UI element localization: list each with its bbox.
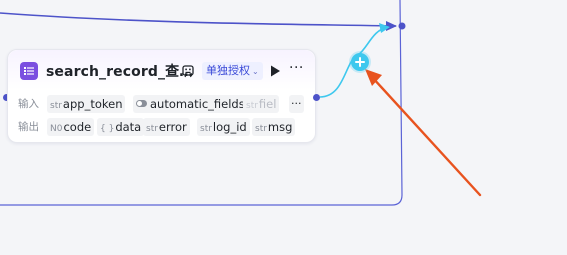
input-param-automatic-fields: automatic_fields xyxy=(133,95,248,113)
node-more-menu-icon[interactable]: ··· xyxy=(289,60,304,76)
output-param-error: strerror xyxy=(143,118,190,136)
inputs-row: 输入 strapp_token automatic_fields strfiel… xyxy=(18,95,308,113)
param-name: msg xyxy=(267,120,293,134)
param-name: log_id xyxy=(212,120,247,134)
input-param-fields-truncated: strfiel xyxy=(243,95,280,113)
param-type-tag: str xyxy=(200,124,212,134)
plugin-node-card[interactable]: search_record_查… 单独授权 ⌄ ··· 输入 strapp_tok… xyxy=(7,49,316,143)
param-name: code xyxy=(63,120,92,134)
param-type-tag: str xyxy=(255,124,267,134)
play-icon[interactable] xyxy=(268,63,284,79)
debug-icon[interactable] xyxy=(181,63,197,79)
param-name: error xyxy=(158,120,187,134)
param-type-tag: str xyxy=(50,101,62,111)
top-connector-arrowhead xyxy=(386,21,397,31)
output-param-log-id: strlog_id xyxy=(197,118,250,136)
add-node-button[interactable] xyxy=(351,53,369,71)
input-param-app-token: strapp_token xyxy=(47,95,126,113)
outputs-label: 输出 xyxy=(18,121,39,133)
output-param-data: { }data xyxy=(97,118,145,136)
chevron-down-icon: ⌄ xyxy=(252,67,259,76)
output-param-msg: strmsg xyxy=(252,118,296,136)
output-param-code: N0code xyxy=(47,118,95,136)
param-name: app_token xyxy=(62,97,123,111)
inputs-more-button[interactable]: ··· xyxy=(289,95,304,113)
param-type-tag: N0 xyxy=(50,124,63,134)
param-name: fiel xyxy=(258,97,277,111)
list-icon xyxy=(20,62,38,80)
top-connector-line xyxy=(0,12,397,27)
outputs-row: 输出 N0code { }data strerror strlog_id str… xyxy=(18,118,308,136)
param-type-tag: { } xyxy=(100,124,115,134)
auth-mode-select[interactable]: 单独授权 ⌄ xyxy=(202,62,263,80)
param-type-tag: str xyxy=(246,101,258,111)
param-name: automatic_fields xyxy=(150,97,245,111)
param-name: data xyxy=(115,120,142,134)
node-output-port[interactable] xyxy=(313,94,320,101)
node-title[interactable]: search_record_查… xyxy=(46,61,193,81)
toggle-icon xyxy=(136,100,147,107)
annotation-arrow-line xyxy=(370,75,482,197)
group-right-port[interactable] xyxy=(398,22,406,30)
param-type-tag: str xyxy=(146,124,158,134)
inputs-label: 输入 xyxy=(18,98,39,110)
auth-mode-label: 单独授权 xyxy=(206,64,250,77)
